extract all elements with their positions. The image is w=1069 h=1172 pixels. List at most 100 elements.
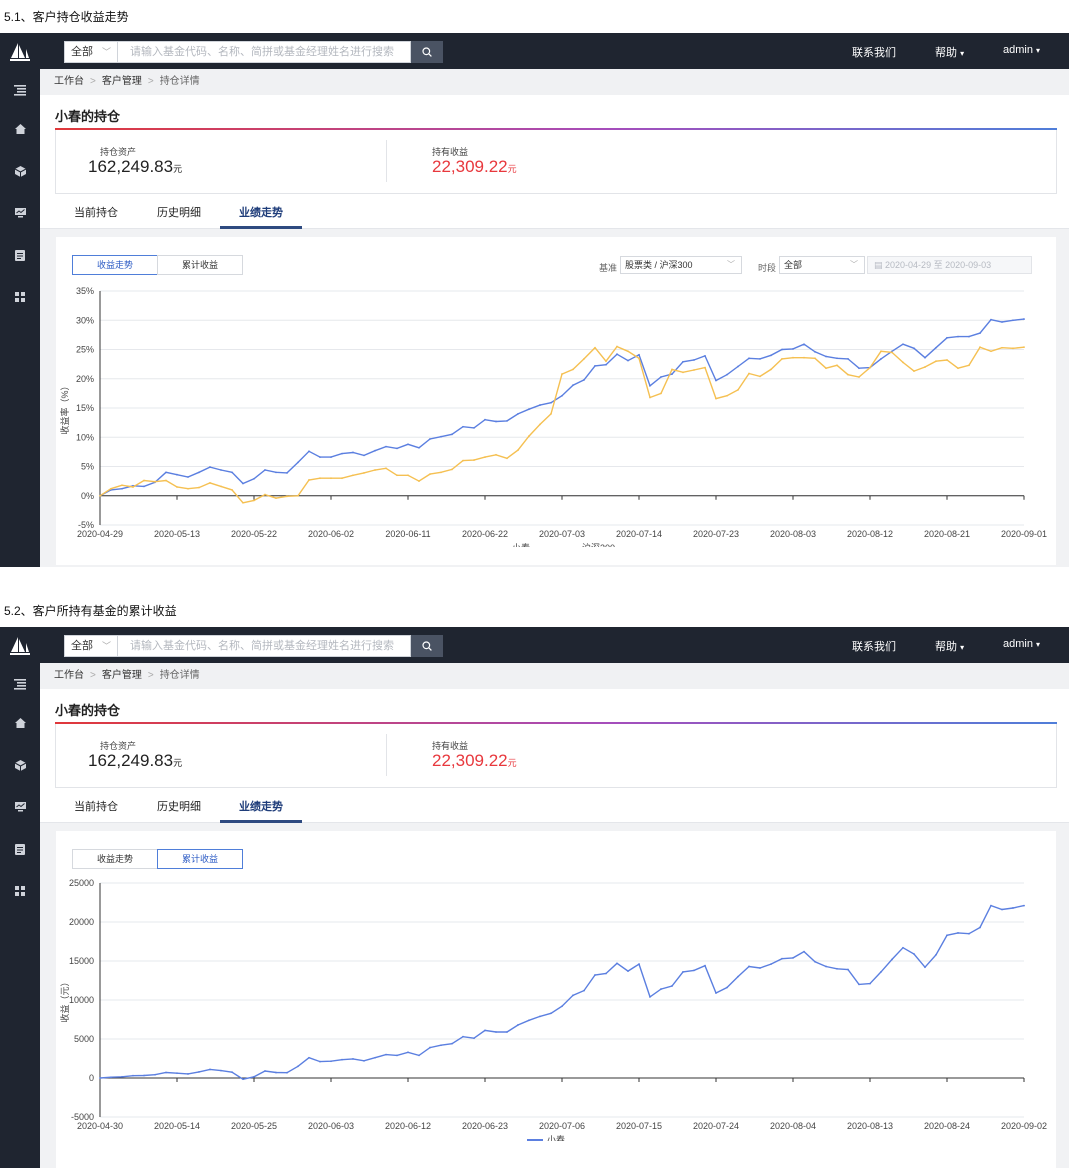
x-tick-label: 2020-07-23 <box>693 529 739 539</box>
toggle-cumulative-profit[interactable]: 累计收益 <box>157 255 243 275</box>
data-point <box>902 946 904 949</box>
x-tick-label: 2020-07-06 <box>539 1121 585 1131</box>
data-point <box>748 357 750 360</box>
data-point <box>847 373 849 376</box>
data-point <box>759 967 761 969</box>
search-scope-select[interactable]: 全部 ﹀ <box>64 635 118 657</box>
tab-performance[interactable]: 业绩走势 <box>239 798 283 814</box>
data-point <box>693 369 695 371</box>
contact-link[interactable]: 联系我们 <box>852 44 896 60</box>
home-icon[interactable] <box>13 122 27 136</box>
logo[interactable] <box>0 627 40 663</box>
data-point <box>253 1075 255 1078</box>
asset-summary: 持仓资产 162,249.83元 持有收益 22,309.22元 <box>55 724 1057 788</box>
tab-history[interactable]: 历史明细 <box>157 798 201 814</box>
data-point <box>539 404 541 406</box>
data-point <box>990 350 992 353</box>
data-point <box>583 357 585 360</box>
toggle-return-trend[interactable]: 收益走势 <box>72 255 158 275</box>
data-point <box>935 346 937 349</box>
data-point <box>770 963 772 966</box>
search-input[interactable]: 请输入基金代码、名称、简拼或基金经理姓名进行搜索 <box>118 635 411 657</box>
data-point <box>803 343 805 346</box>
logo[interactable] <box>0 33 40 69</box>
document-icon[interactable] <box>13 248 27 262</box>
data-point <box>143 1074 145 1077</box>
user-menu[interactable]: admin ▾ <box>1003 638 1040 650</box>
data-point <box>880 971 882 973</box>
data-point <box>297 1065 299 1068</box>
section-title-1: 5.1、客户持仓收益走势 <box>4 10 129 24</box>
data-point <box>638 357 640 360</box>
data-point <box>627 359 629 362</box>
data-point <box>231 489 233 491</box>
tab-current-holdings[interactable]: 当前持仓 <box>74 204 118 220</box>
data-point <box>825 367 827 370</box>
x-tick-label: 2020-06-22 <box>462 529 508 539</box>
menu-toggle-icon[interactable] <box>13 83 27 97</box>
cube-icon[interactable] <box>13 164 27 178</box>
data-point <box>330 1060 332 1063</box>
search-scope-select[interactable]: 全部 ﹀ <box>64 41 118 63</box>
tab-performance[interactable]: 业绩走势 <box>239 204 283 220</box>
monitor-icon[interactable] <box>13 800 27 814</box>
data-point <box>473 459 475 461</box>
monitor-icon[interactable] <box>13 206 27 220</box>
data-point <box>979 332 981 335</box>
assets-unit: 元 <box>173 758 183 768</box>
y-tick-label: 20000 <box>69 917 94 927</box>
search-input[interactable]: 请输入基金代码、名称、简拼或基金经理姓名进行搜索 <box>118 41 411 63</box>
search-icon <box>422 641 432 651</box>
data-point <box>979 926 981 929</box>
search-button[interactable] <box>411 41 443 63</box>
user-name: admin <box>1003 638 1033 650</box>
data-point <box>242 501 244 504</box>
data-point <box>869 366 871 369</box>
data-point <box>121 1075 123 1078</box>
period-select[interactable]: 全部 ﹀ <box>779 256 865 274</box>
chevron-down-icon: ﹀ <box>101 641 111 651</box>
document-icon[interactable] <box>13 842 27 856</box>
y-tick-label: 25000 <box>69 878 94 888</box>
help-label: 帮助 <box>935 47 957 59</box>
breadcrumb-workbench[interactable]: 工作台 <box>54 76 84 87</box>
menu-toggle-icon[interactable] <box>13 677 27 691</box>
help-menu[interactable]: 帮助 ▾ <box>935 44 964 60</box>
user-menu[interactable]: admin ▾ <box>1003 44 1040 56</box>
help-menu[interactable]: 帮助 ▾ <box>935 638 964 654</box>
y-tick-label: 0 <box>89 1073 94 1083</box>
data-point <box>187 1073 189 1075</box>
home-icon[interactable] <box>13 716 27 730</box>
tab-history[interactable]: 历史明细 <box>157 204 201 220</box>
data-point <box>341 452 343 455</box>
period-label: 时段 <box>758 263 777 273</box>
x-tick-label: 2020-06-12 <box>385 1121 431 1131</box>
breadcrumb-client-management[interactable]: 客户管理 <box>102 670 142 681</box>
breadcrumb-separator: > <box>147 76 154 87</box>
data-point <box>1001 321 1003 323</box>
asset-summary: 持仓资产 162,249.83元 持有收益 22,309.22元 <box>55 130 1057 194</box>
cube-icon[interactable] <box>13 758 27 772</box>
data-point <box>165 1071 167 1074</box>
grid-icon[interactable] <box>13 884 27 898</box>
data-point <box>506 419 508 422</box>
data-point <box>440 1044 442 1047</box>
grid-icon[interactable] <box>13 290 27 304</box>
data-point <box>308 479 310 481</box>
tab-current-holdings[interactable]: 当前持仓 <box>74 798 118 814</box>
tab-bar: 当前持仓 历史明细 业绩走势 <box>40 194 1069 229</box>
data-point <box>495 1031 497 1033</box>
search-button[interactable] <box>411 635 443 657</box>
data-point <box>517 412 519 415</box>
contact-link[interactable]: 联系我们 <box>852 638 896 654</box>
data-point <box>869 982 871 985</box>
data-point <box>990 318 992 321</box>
benchmark-select[interactable]: 股票类 / 沪深300 ﹀ <box>620 256 742 274</box>
breadcrumb-workbench[interactable]: 工作台 <box>54 670 84 681</box>
data-point <box>396 1054 398 1057</box>
toggle-cumulative-profit[interactable]: 累计收益 <box>157 849 243 869</box>
data-point <box>209 481 211 484</box>
breadcrumb-client-management[interactable]: 客户管理 <box>102 76 142 87</box>
toggle-return-trend[interactable]: 收益走势 <box>72 849 158 869</box>
date-range-picker[interactable]: ▤ 2020-04-29 至 2020-09-03 <box>867 256 1032 274</box>
